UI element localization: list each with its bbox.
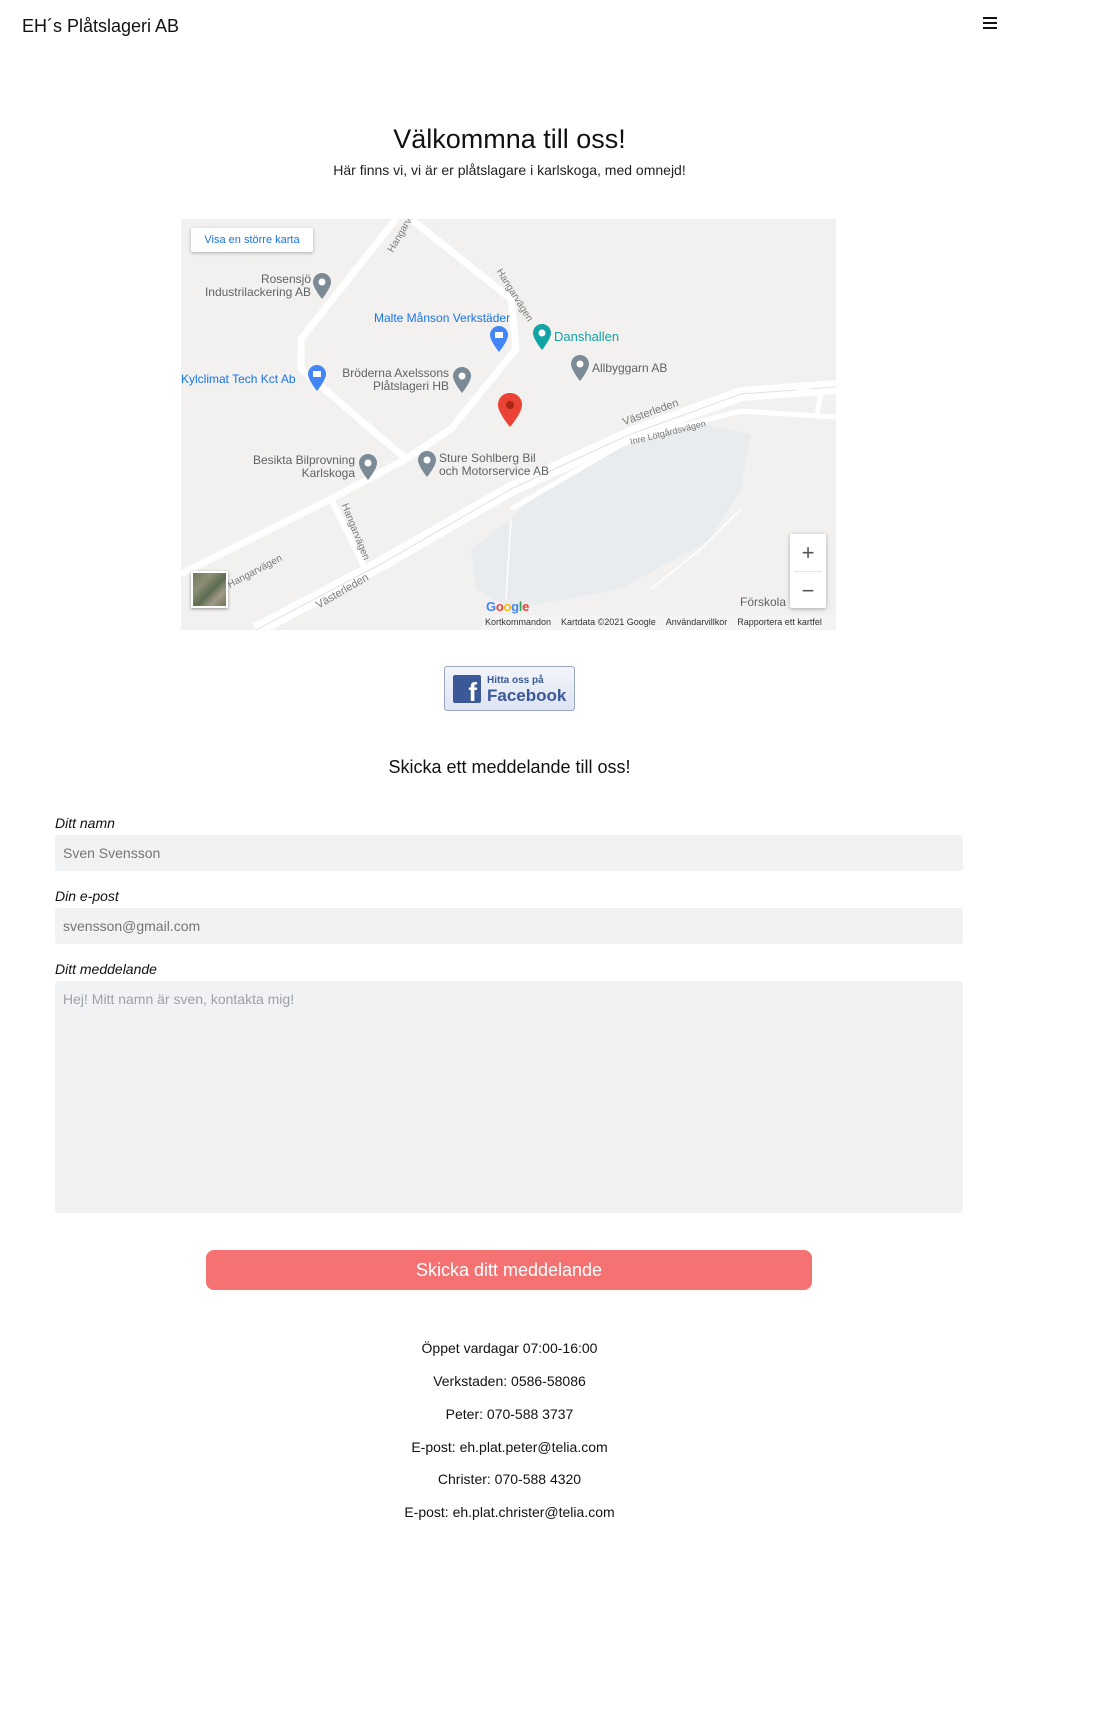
map-pin-icon bbox=[453, 367, 471, 393]
zoom-out-button[interactable]: − bbox=[790, 572, 826, 609]
map-pin-icon bbox=[571, 355, 589, 381]
poi-allbyggarn-label: Allbyggarn AB bbox=[592, 361, 668, 375]
poi-kylclimat-label: Kylclimat Tech Kct Ab bbox=[181, 372, 296, 386]
page-title: Välkommna till oss! bbox=[393, 124, 626, 154]
poi-besikta-line2: Karlskoga bbox=[301, 466, 355, 480]
zoom-in-button[interactable]: + bbox=[790, 534, 826, 571]
poi-allbyggarn[interactable]: Allbyggarn AB bbox=[571, 355, 691, 381]
map-pin-icon bbox=[359, 454, 377, 480]
facebook-button-small-text: Hitta oss på bbox=[487, 675, 544, 686]
poi-kylclimat[interactable]: Kylclimat Tech Kct Ab bbox=[181, 365, 327, 391]
email-label: Din e-post bbox=[55, 888, 119, 904]
poi-rosensjo-line2: Industrilackering AB bbox=[204, 285, 311, 299]
satellite-view-toggle[interactable] bbox=[191, 571, 228, 608]
facebook-icon: f bbox=[453, 675, 481, 703]
selected-location-pin-icon[interactable] bbox=[498, 393, 522, 427]
send-message-button[interactable]: Skicka ditt meddelande bbox=[206, 1250, 812, 1290]
christer-email: E-post: eh.plat.christer@telia.com bbox=[404, 1504, 615, 1520]
peter-email: E-post: eh.plat.peter@telia.com bbox=[411, 1439, 608, 1455]
google-logo: Google bbox=[486, 599, 530, 614]
poi-besikta[interactable]: Besikta Bilprovning Karlskoga bbox=[231, 454, 377, 480]
poi-forskola[interactable]: Förskola bbox=[740, 595, 786, 609]
christer-phone: Christer: 070-588 4320 bbox=[437, 1471, 582, 1487]
name-field[interactable] bbox=[55, 835, 963, 871]
larger-map-link[interactable]: Visa en större karta bbox=[191, 228, 313, 252]
map-pin-icon bbox=[313, 273, 331, 299]
brand-title[interactable]: EH´s Plåtslageri AB bbox=[22, 16, 179, 37]
poi-danshallen[interactable]: Danshallen bbox=[533, 324, 653, 350]
top-navbar: EH´s Plåtslageri AB bbox=[0, 0, 1019, 56]
facebook-button-big-text: Facebook bbox=[487, 686, 567, 705]
map-pin-icon bbox=[418, 451, 436, 477]
poi-malte-label: Malte Månson Verkstäder bbox=[374, 311, 511, 325]
poi-malte-manson[interactable]: Malte Månson Verkstäder bbox=[374, 311, 534, 352]
zoom-controls: + − bbox=[790, 534, 826, 608]
page-subtitle: Här finns vi, vi är er plåtslagare i kar… bbox=[333, 162, 686, 178]
workshop-phone: Verkstaden: 0586-58086 bbox=[433, 1373, 586, 1389]
poi-danshallen-label: Danshallen bbox=[554, 329, 620, 344]
map-data-attribution[interactable]: Kartdata ©2021 Google bbox=[561, 615, 656, 630]
poi-sture-line2: och Motorservice AB bbox=[439, 464, 550, 478]
poi-broderna-axelssons[interactable]: Bröderna Axelssons Plåtslageri HB bbox=[321, 367, 471, 393]
poi-sture-sohlberg[interactable]: Sture Sohlberg Bil och Motorservice AB bbox=[418, 451, 578, 478]
email-field[interactable] bbox=[55, 908, 963, 944]
hamburger-menu-icon[interactable] bbox=[983, 17, 997, 31]
poi-broderna-line2: Plåtslageri HB bbox=[372, 379, 449, 393]
report-map-error-link[interactable]: Rapportera ett kartfel bbox=[737, 615, 822, 630]
poi-rosensjo[interactable]: Rosensjö Industrilackering AB bbox=[191, 273, 331, 299]
shopping-pin-icon bbox=[490, 326, 508, 352]
message-label: Ditt meddelande bbox=[55, 961, 157, 977]
keyboard-shortcuts-link[interactable]: Kortkommandon bbox=[485, 615, 551, 630]
entertainment-pin-icon bbox=[533, 324, 551, 350]
facebook-button[interactable]: f Hitta oss på Facebook bbox=[444, 666, 575, 711]
google-map-embed[interactable]: Visa en större karta Hangarvägen Hangarv… bbox=[181, 219, 836, 630]
contact-form-title: Skicka ett meddelande till oss! bbox=[388, 757, 631, 777]
map-footer: Kortkommandon Kartdata ©2021 Google Anvä… bbox=[481, 615, 836, 630]
peter-phone: Peter: 070-588 3737 bbox=[445, 1406, 574, 1422]
message-field[interactable]: Hej! Mitt namn är sven, kontakta mig! bbox=[55, 981, 963, 1213]
terms-link[interactable]: Användarvillkor bbox=[666, 615, 728, 630]
opening-hours: Öppet vardagar 07:00-16:00 bbox=[421, 1340, 598, 1356]
name-label: Ditt namn bbox=[55, 815, 115, 831]
